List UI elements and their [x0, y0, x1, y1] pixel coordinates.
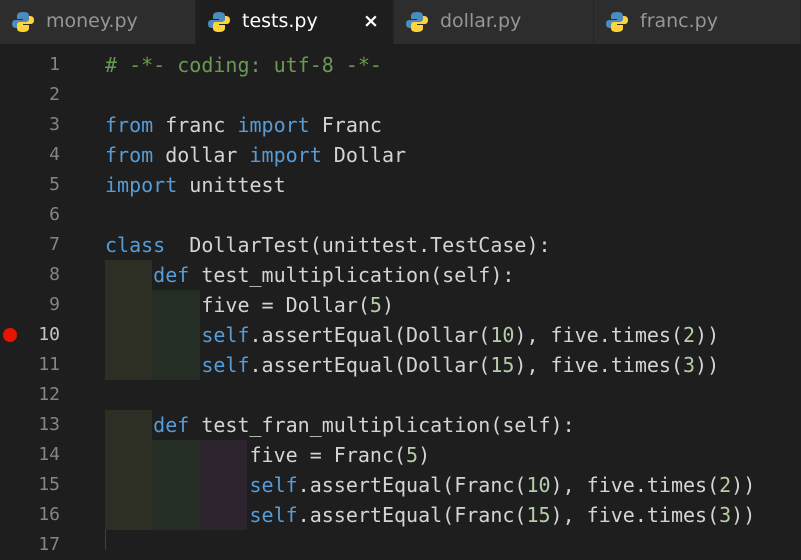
line-number[interactable]: 8	[0, 260, 60, 290]
code-token: .assertEqual(Dollar(	[249, 353, 491, 377]
line-number[interactable]: 6	[0, 200, 60, 230]
code-token: 15	[490, 353, 515, 377]
code-token: ))	[695, 353, 720, 377]
line-number[interactable]: 10	[0, 320, 60, 350]
code-token: ))	[695, 323, 720, 347]
line-number[interactable]: 13	[0, 410, 60, 440]
code-token: def	[153, 413, 190, 437]
line-number[interactable]: 1	[0, 50, 60, 80]
python-file-icon	[606, 12, 628, 32]
code-token: self	[249, 473, 298, 497]
indent-guide	[105, 530, 106, 550]
code-token: import	[249, 143, 322, 167]
code-token: 2	[683, 323, 696, 347]
code-line[interactable]: def test_multiplication(self):	[105, 260, 514, 290]
code-line[interactable]: self.assertEqual(Franc(10), five.times(2…	[105, 470, 756, 500]
code-token: )	[381, 293, 394, 317]
code-line[interactable]: def test_fran_multiplication(self):	[105, 410, 575, 440]
tab-label: dollar.py	[440, 10, 522, 32]
code-token: def	[153, 263, 190, 287]
tab-bar: money.py tests.py × dollar.py franc.py	[0, 0, 801, 44]
tab-label: franc.py	[640, 10, 718, 32]
code-token: ))	[731, 473, 756, 497]
code-token: from	[105, 143, 154, 167]
code-token: .assertEqual(Franc(	[297, 473, 527, 497]
code-token: .assertEqual(Franc(	[297, 503, 527, 527]
code-token: ), five.times(	[550, 473, 720, 497]
code-token: self	[201, 323, 250, 347]
code-line[interactable]: five = Franc(5)	[105, 440, 430, 470]
code-token: 15	[526, 503, 551, 527]
tab-tests-py[interactable]: tests.py ×	[196, 0, 394, 44]
code-token: # -*- coding: utf-8 -*-	[105, 53, 382, 77]
line-number[interactable]: 5	[0, 170, 60, 200]
code-line[interactable]: class DollarTest(unittest.TestCase):	[105, 230, 551, 260]
code-line[interactable]: from dollar import Dollar	[105, 140, 406, 170]
python-file-icon	[406, 12, 428, 32]
line-number[interactable]: 16	[0, 500, 60, 530]
code-token: ), five.times(	[550, 503, 720, 527]
code-token: from	[105, 113, 154, 137]
code-token: 10	[526, 473, 551, 497]
line-number[interactable]: 12	[0, 380, 60, 410]
code-token: self	[249, 503, 298, 527]
tab-label: money.py	[46, 10, 138, 32]
line-number[interactable]: 3	[0, 110, 60, 140]
code-token: test_multiplication(self):	[189, 263, 515, 287]
code-token: DollarTest(unittest.TestCase):	[165, 233, 551, 257]
code-token: self	[201, 353, 250, 377]
code-token: ), five.times(	[514, 353, 683, 377]
code-token: franc	[153, 113, 238, 137]
code-line[interactable]: self.assertEqual(Dollar(10), five.times(…	[105, 320, 719, 350]
code-token: test_fran_multiplication(self):	[189, 413, 575, 437]
code-token: five = Dollar(	[105, 293, 370, 317]
code-token: 2	[719, 473, 732, 497]
tab-franc-py[interactable]: franc.py	[594, 0, 801, 44]
line-number[interactable]: 7	[0, 230, 60, 260]
tab-dollar-py[interactable]: dollar.py	[394, 0, 594, 44]
code-token: ))	[731, 503, 756, 527]
line-number[interactable]: 9	[0, 290, 60, 320]
line-number[interactable]: 15	[0, 470, 60, 500]
code-token: class	[105, 233, 166, 257]
code-editor[interactable]: 1 2 3 4 5 6 7 8 9 10 11 12 13 14 15 16 17 # -*- coding: u…	[0, 50, 801, 555]
code-token: import	[105, 173, 178, 197]
code-line[interactable]: # -*- coding: utf-8 -*-	[105, 50, 382, 80]
code-token: 5	[369, 293, 382, 317]
code-line[interactable]: from franc import Franc	[105, 110, 382, 140]
line-number[interactable]: 4	[0, 140, 60, 170]
close-icon[interactable]: ×	[363, 10, 379, 32]
line-number[interactable]: 2	[0, 80, 60, 110]
line-number[interactable]: 11	[0, 350, 60, 380]
python-file-icon	[208, 12, 230, 32]
python-file-icon	[12, 12, 34, 32]
code-token: 5	[406, 443, 419, 467]
code-token: five = Franc(	[105, 443, 407, 467]
code-line[interactable]: five = Dollar(5)	[105, 290, 394, 320]
tab-label: tests.py	[242, 10, 318, 32]
code-token: .assertEqual(Dollar(	[249, 323, 491, 347]
code-token: ), five.times(	[514, 323, 683, 347]
code-token: 3	[683, 353, 696, 377]
code-token: )	[418, 443, 431, 467]
code-line[interactable]: self.assertEqual(Franc(15), five.times(3…	[105, 500, 756, 530]
code-token: unittest	[177, 173, 286, 197]
code-line[interactable]: self.assertEqual(Dollar(15), five.times(…	[105, 350, 719, 380]
code-token: 3	[719, 503, 732, 527]
code-token: Franc	[309, 113, 382, 137]
tab-money-py[interactable]: money.py	[0, 0, 196, 44]
code-line[interactable]: import unittest	[105, 170, 286, 200]
code-token: Dollar	[321, 143, 407, 167]
line-number[interactable]: 17	[0, 530, 60, 560]
code-token: dollar	[153, 143, 250, 167]
line-number[interactable]: 14	[0, 440, 60, 470]
code-token: 10	[490, 323, 515, 347]
code-token: import	[237, 113, 310, 137]
